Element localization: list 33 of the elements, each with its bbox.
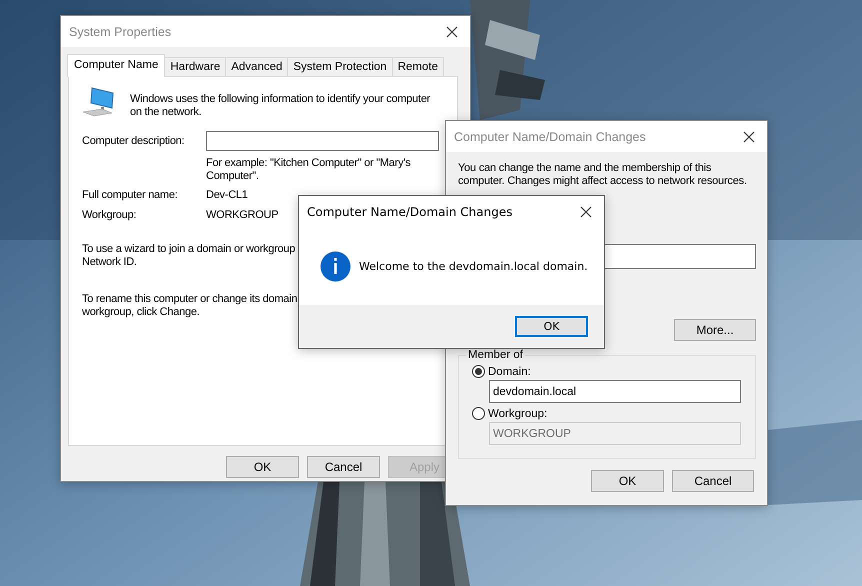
rename-text: To rename this computer or change its domain workgroup, click Change. <box>82 293 298 319</box>
group-label: Member of <box>467 349 524 361</box>
close-icon[interactable] <box>743 130 755 142</box>
tab[interactable]: Computer Name <box>67 54 166 77</box>
ok-button[interactable]: OK <box>226 456 299 478</box>
intro-text: You can change the name and the membership of this computer. Changes might affect access to network resources. <box>458 162 748 188</box>
info-icon <box>320 250 351 282</box>
cancel-button[interactable]: Cancel <box>307 456 380 478</box>
computer-name: Dev-CL1 <box>206 188 248 203</box>
window-title: Computer Name/Domain Changes <box>454 130 646 144</box>
description-field[interactable] <box>206 131 439 151</box>
input-field[interactable]: devdomain.local <box>489 380 741 403</box>
ok-button[interactable]: OK <box>515 316 588 337</box>
ok-button[interactable]: OK <box>591 470 664 492</box>
network-id-text: To use a wizard to join a domain or workgroup Network ID. <box>82 243 296 269</box>
close-icon[interactable] <box>446 26 458 38</box>
field-label: Full computer name: <box>82 188 178 203</box>
window-title: Computer Name/Domain Changes <box>307 204 512 218</box>
more-button[interactable]: More... <box>674 319 756 341</box>
radio-button[interactable] <box>472 365 485 378</box>
workgroup-name: WORKGROUP <box>206 208 278 223</box>
field-label: Workgroup: <box>82 208 136 223</box>
hint-text: For example: "Kitchen Computer" or "Mary's Computer". <box>206 156 412 184</box>
cancel-button[interactable]: Cancel <box>672 470 754 492</box>
computer-icon <box>82 87 116 117</box>
window-title: System Properties <box>69 24 172 38</box>
field-label: Computer description: <box>82 134 184 149</box>
radio-label: Domain: <box>488 366 531 378</box>
message-text: Welcome to the devdomain.local domain. <box>359 260 588 272</box>
tab[interactable]: Remote <box>392 57 444 76</box>
close-icon[interactable] <box>580 206 592 218</box>
radio-label: Workgroup: <box>488 408 548 420</box>
intro-text: Windows uses the following information to identify your computer on the network. <box>130 92 432 119</box>
